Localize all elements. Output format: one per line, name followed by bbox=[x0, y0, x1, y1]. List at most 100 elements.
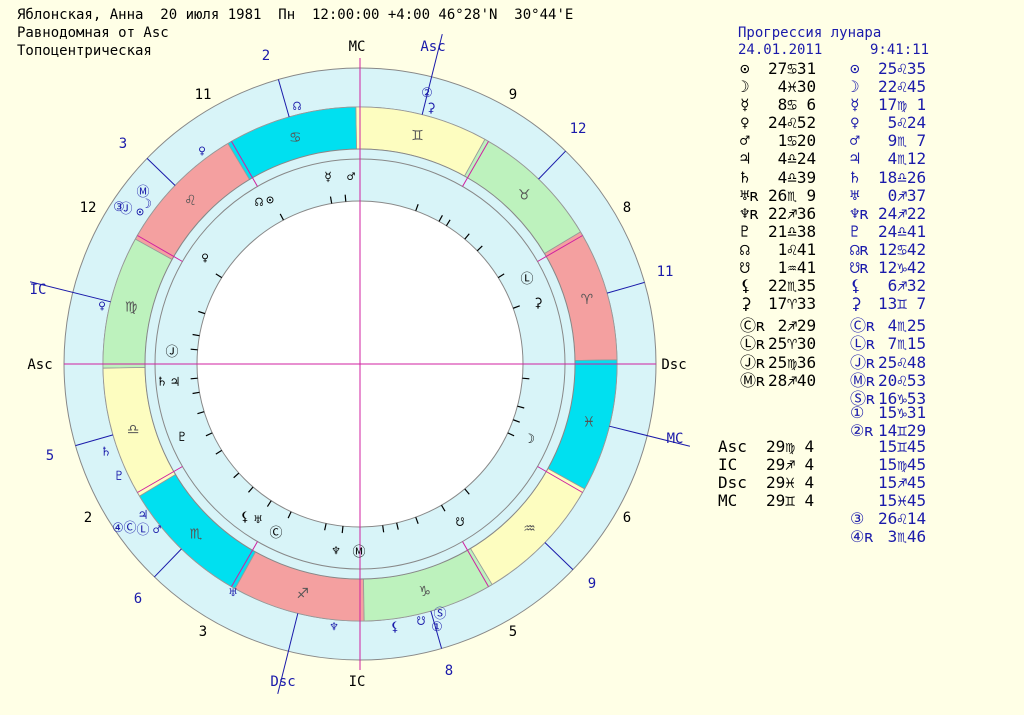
row-glyph: ⚳ bbox=[740, 294, 752, 314]
house-number: 11 bbox=[195, 87, 212, 103]
prog-row: ☋ʀ 12♑42 bbox=[850, 258, 926, 278]
progression-date: 24.01.2011 bbox=[738, 42, 823, 58]
sign-glyph: ♏ bbox=[190, 527, 203, 543]
row-glyph: ☋ʀ bbox=[850, 258, 870, 278]
prog-row: ⊙ 25♌35 bbox=[850, 59, 926, 78]
prog-row: ⚸ 6♐32 bbox=[850, 276, 926, 296]
row-glyph: ⚸ bbox=[850, 276, 862, 296]
row-value: 4♎39 bbox=[768, 167, 817, 187]
row-glyph: ♃ bbox=[850, 149, 860, 169]
natal-row: ☋ 1♒41 bbox=[740, 258, 817, 278]
row-glyph: ☋ bbox=[740, 258, 750, 278]
row-value: 28♐40 bbox=[768, 370, 817, 390]
aspect-tick bbox=[341, 526, 344, 534]
planet-glyph: ♄ bbox=[158, 375, 166, 390]
asc-label: Asc bbox=[27, 357, 52, 373]
row-glyph: ♃ bbox=[740, 149, 750, 169]
row-glyph: ②ʀ bbox=[850, 420, 874, 440]
house-number: 9 bbox=[509, 87, 517, 103]
planet-glyph: ① bbox=[431, 620, 443, 635]
row-glyph: ♂ bbox=[740, 131, 750, 151]
row-glyph: ♇ bbox=[850, 221, 860, 241]
sign-glyph: ♉ bbox=[518, 187, 531, 203]
row-glyph: ☿ bbox=[850, 95, 860, 115]
house-number: 2 bbox=[84, 510, 92, 526]
dsc-label: Dsc bbox=[661, 357, 686, 373]
angle-row: IC 29♐ 4 bbox=[718, 455, 814, 475]
natal-row: ♅ʀ 26♏ 9 bbox=[740, 185, 817, 205]
row-value: 17♈33 bbox=[768, 294, 817, 314]
row-glyph: IC bbox=[718, 455, 738, 475]
row-value: 17♍ 1 bbox=[878, 95, 927, 115]
row-glyph: Asc bbox=[718, 437, 747, 456]
row-glyph: ♂ bbox=[850, 131, 860, 151]
planet-glyph: Ⓙ bbox=[165, 345, 178, 360]
row-glyph: ⚸ bbox=[740, 276, 752, 296]
prog-row: ☿ 17♍ 1 bbox=[850, 95, 927, 115]
row-glyph: ⊙ bbox=[740, 59, 750, 78]
row-value: 5♌24 bbox=[878, 113, 927, 133]
row-glyph: ⊙ bbox=[850, 59, 860, 78]
row-value: 9♏ 7 bbox=[878, 131, 927, 151]
progressed-house-number: 6 bbox=[134, 591, 142, 607]
planet-glyph: ♂ bbox=[347, 170, 355, 185]
natal-row: Ⓙʀ 25♍36 bbox=[740, 349, 816, 372]
row-value: 29♊ 4 bbox=[766, 491, 815, 511]
house-number: 5 bbox=[509, 624, 517, 640]
planet-glyph: Ⓙ bbox=[119, 202, 132, 217]
sign-glyph: ♍ bbox=[125, 300, 138, 316]
natal-angles-table: Asc 29♍ 4 IC 29♐ 4 Dsc 29♓ 4 MC 29♊ 4 bbox=[718, 437, 815, 511]
row-glyph: ☿ bbox=[740, 95, 750, 115]
natal-row: Ⓛʀ 25♈30 bbox=[740, 330, 816, 353]
planet-glyph: ♇ bbox=[115, 469, 123, 484]
row-value: 22♌45 bbox=[878, 77, 927, 97]
prog-row: ♆ʀ 24♐22 bbox=[850, 204, 926, 223]
natal-row: ♄ 4♎39 bbox=[740, 167, 817, 187]
row-value: 26♏ 9 bbox=[768, 185, 817, 205]
row-value: 4♏12 bbox=[878, 149, 927, 169]
planet-glyph: ☋ bbox=[456, 515, 464, 530]
planet-glyph: Ⓒ bbox=[269, 526, 282, 541]
progressed-asc-label: Asc bbox=[420, 39, 445, 55]
row-value: 1♒41 bbox=[768, 258, 817, 278]
row-value: 24♎41 bbox=[878, 221, 927, 241]
row-value: 4♓30 bbox=[768, 77, 817, 97]
chart-header-name: Яблонская, Анна 20 июля 1981 Пн 12:00:00… bbox=[17, 7, 574, 23]
row-glyph: ⚳ bbox=[850, 294, 862, 314]
natal-row: ⚳ 17♈33 bbox=[740, 294, 817, 314]
aspect-tick bbox=[344, 194, 347, 202]
row-value: 27♋31 bbox=[768, 59, 817, 78]
planet-glyph: ♀ bbox=[98, 299, 106, 314]
planet-glyph: ⚸ bbox=[390, 620, 400, 635]
row-value: 29♓ 4 bbox=[766, 473, 815, 493]
sign-glyph: ♊ bbox=[411, 128, 424, 144]
planet-glyph: ♅ bbox=[229, 586, 237, 601]
row-glyph: ♀ bbox=[850, 113, 860, 133]
progressed-mc-label: MC bbox=[667, 431, 684, 447]
planet-glyph: ☋ bbox=[417, 614, 425, 629]
planet-glyph: ♃ bbox=[139, 508, 147, 523]
row-glyph: ♄ bbox=[740, 167, 750, 187]
row-value: 13♊ 7 bbox=[878, 294, 927, 314]
prog-row: ♇ 24♎41 bbox=[850, 221, 927, 241]
angle-row: Dsc 29♓ 4 bbox=[718, 473, 815, 493]
chart-header-method: Топоцентрическая bbox=[17, 43, 152, 59]
planet-glyph: ⚳ bbox=[426, 101, 436, 116]
natal-row: ♆ʀ 22♐36 bbox=[740, 204, 816, 223]
planet-glyph: ♇ bbox=[178, 430, 186, 445]
row-value: 3♏46 bbox=[878, 527, 927, 547]
pangle-row: 15♊45 bbox=[878, 437, 926, 456]
pangle-row: 15♓45 bbox=[878, 491, 927, 511]
prog-row: Ⓢʀ 16♑53 bbox=[850, 385, 926, 408]
row-value: 15♍45 bbox=[878, 455, 927, 475]
row-glyph: ③ bbox=[850, 509, 865, 528]
planet-glyph: Ⓒ bbox=[123, 521, 136, 536]
planet-glyph: ☽ bbox=[527, 432, 535, 447]
house-number: 3 bbox=[199, 624, 207, 640]
row-value: 21♎38 bbox=[768, 221, 817, 241]
natal-row: ⚸ 22♏35 bbox=[740, 276, 816, 296]
row-glyph: ♀ bbox=[740, 113, 750, 133]
natal-positions-table: ⊙ 27♋31 ☽ 4♓30 ☿ 8♋ 6 ♀ 24♌52 ♂ 1♋20 ♃ 4♎24 ♄ 4♎… bbox=[740, 59, 817, 390]
extra-row: ④ʀ 3♏46 bbox=[850, 527, 927, 547]
row-value: 15♓45 bbox=[878, 491, 927, 511]
